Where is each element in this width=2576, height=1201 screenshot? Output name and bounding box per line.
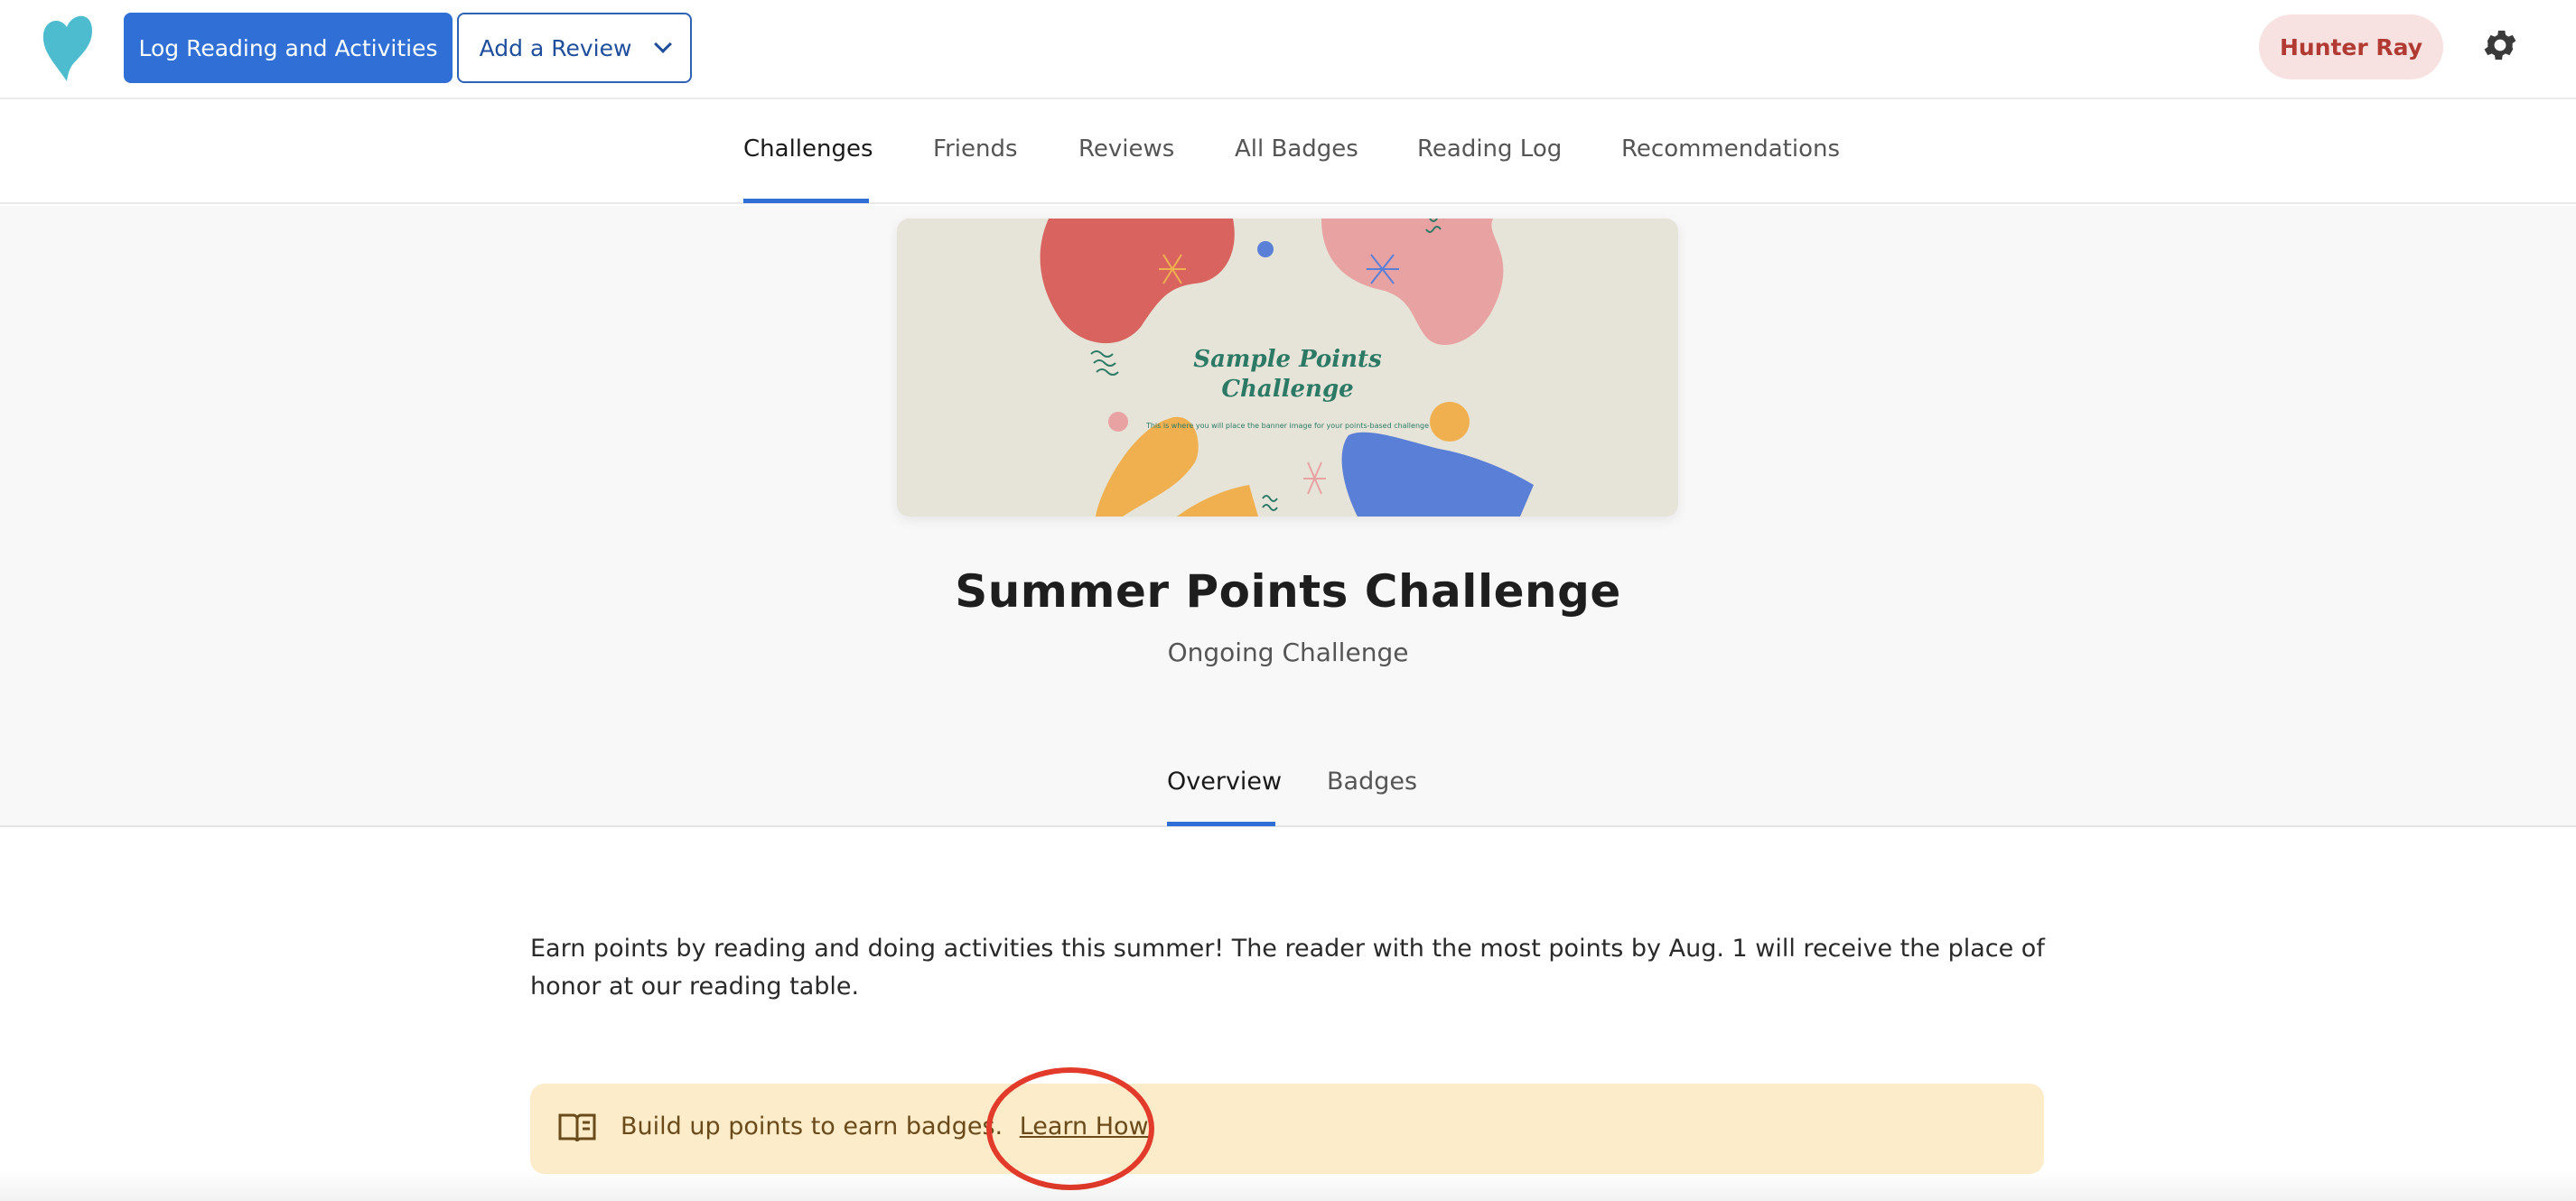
- tab-badges[interactable]: Badges: [1327, 768, 1417, 796]
- gear-icon[interactable]: [2480, 25, 2520, 65]
- book-icon: [558, 1113, 596, 1142]
- nav-recommendations[interactable]: Recommendations: [1621, 135, 1840, 163]
- tab-active-indicator: [1167, 822, 1275, 826]
- challenge-banner: Sample Points Challenge This is where yo…: [897, 219, 1678, 517]
- points-notice: Build up points to earn badges. Learn Ho…: [530, 1084, 2044, 1174]
- heart-logo-icon[interactable]: [40, 11, 96, 83]
- user-menu-button[interactable]: Hunter Ray: [2259, 14, 2443, 79]
- challenge-hero: Sample Points Challenge This is where yo…: [0, 206, 2576, 827]
- nav-reading-log[interactable]: Reading Log: [1417, 135, 1562, 163]
- nav-challenges[interactable]: Challenges: [743, 135, 873, 163]
- nav-friends[interactable]: Friends: [933, 135, 1018, 163]
- chevron-down-icon: [654, 35, 673, 53]
- nav-reviews[interactable]: Reviews: [1078, 135, 1174, 163]
- challenge-status: Ongoing Challenge: [1167, 638, 1409, 667]
- top-bar: Log Reading and Activities Add a Review …: [0, 0, 2576, 99]
- tab-overview[interactable]: Overview: [1167, 768, 1282, 796]
- log-reading-button[interactable]: Log Reading and Activities: [124, 13, 453, 83]
- challenge-description: Earn points by reading and doing activit…: [530, 935, 2045, 1001]
- add-review-label: Add a Review: [479, 34, 632, 61]
- add-review-button[interactable]: Add a Review: [457, 13, 692, 83]
- nav-active-indicator: [743, 199, 869, 203]
- notice-text: Build up points to earn badges.: [621, 1113, 1003, 1140]
- banner-title: Sample Points Challenge: [1193, 346, 1382, 403]
- challenge-title: Summer Points Challenge: [955, 565, 1621, 618]
- banner-subtitle: This is where you will place the banner …: [1145, 422, 1430, 430]
- bottom-shadow: [0, 1170, 2576, 1201]
- nav-all-badges[interactable]: All Badges: [1235, 135, 1358, 163]
- main-nav: Challenges Friends Reviews All Badges Re…: [0, 101, 2576, 204]
